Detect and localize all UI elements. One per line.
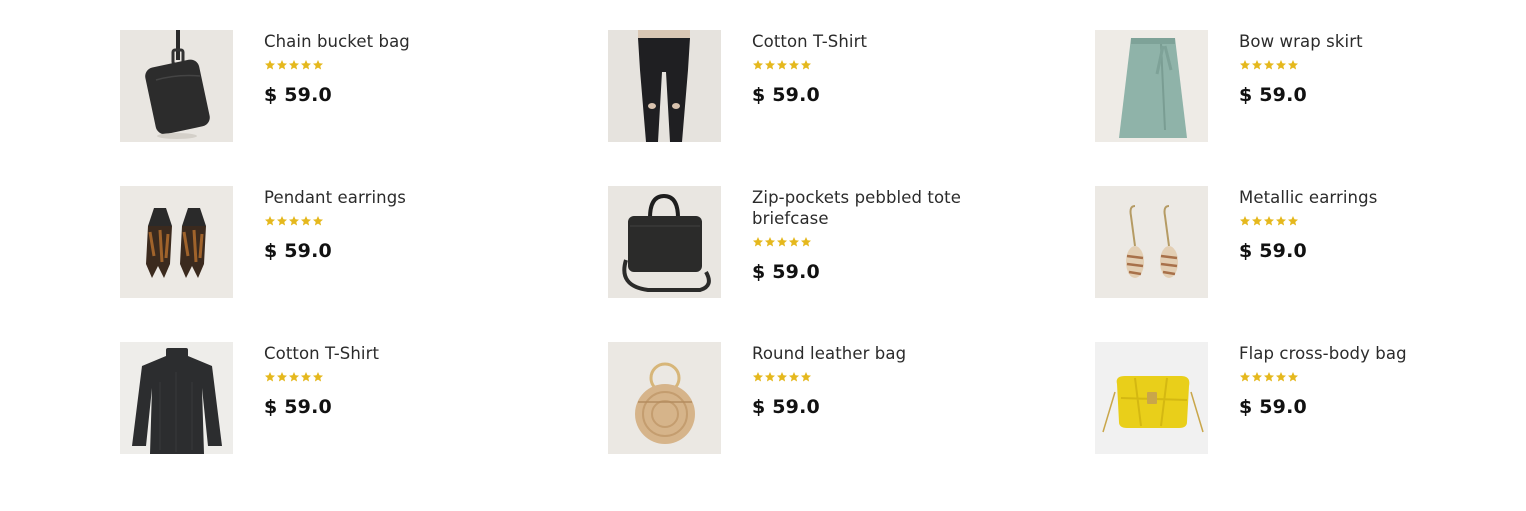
star-icon [1288,216,1298,226]
rating-stars [264,371,504,384]
product-price: $ 59.0 [752,396,820,418]
chain-bucket-bag-image[interactable] [120,30,233,142]
star-icon [753,237,763,247]
star-icon [1288,372,1298,382]
star-icon [1252,216,1262,226]
star-icon [801,60,811,70]
product-card[interactable]: Bow wrap skirt $ 59.0 [1095,30,1515,143]
star-icon [1276,372,1286,382]
star-icon [765,372,775,382]
product-grid: Chain bucket bag $ 59.0 Cotton T-Shirt $… [120,30,1420,460]
star-icon [289,372,299,382]
star-icon [1264,60,1274,70]
star-icon [1240,372,1250,382]
product-card[interactable]: Zip-pockets pebbled tote briefcase $ 59.… [608,186,1028,299]
star-icon [765,60,775,70]
star-icon [277,372,287,382]
star-icon [313,216,323,226]
jeans-image[interactable] [608,30,721,142]
star-icon [1276,60,1286,70]
star-icon [1264,216,1274,226]
product-card[interactable]: Flap cross-body bag $ 59.0 [1095,342,1515,455]
product-price: $ 59.0 [752,261,820,283]
product-price: $ 59.0 [1239,84,1307,106]
star-icon [789,372,799,382]
rating-stars [752,371,992,384]
star-icon [301,60,311,70]
product-card[interactable]: Cotton T-Shirt $ 59.0 [608,30,1028,143]
pendant-earrings-image[interactable] [120,186,233,298]
turtleneck-image[interactable] [120,342,233,454]
briefcase-image[interactable] [608,186,721,298]
star-icon [765,237,775,247]
round-bag-image[interactable] [608,342,721,454]
rating-stars [264,59,504,72]
product-title[interactable]: Round leather bag [752,343,992,364]
star-icon [1252,372,1262,382]
star-icon [301,372,311,382]
rating-stars [1239,215,1479,228]
rating-stars [264,215,504,228]
product-title[interactable]: Pendant earrings [264,187,504,208]
star-icon [777,237,787,247]
rating-stars [1239,59,1479,72]
star-icon [777,60,787,70]
rating-stars [752,236,992,249]
star-icon [801,372,811,382]
star-icon [1240,60,1250,70]
product-price: $ 59.0 [1239,240,1307,262]
skirt-image[interactable] [1095,30,1208,142]
star-icon [801,237,811,247]
star-icon [289,216,299,226]
star-icon [265,60,275,70]
product-title[interactable]: Bow wrap skirt [1239,31,1479,52]
product-price: $ 59.0 [1239,396,1307,418]
rating-stars [752,59,992,72]
product-title[interactable]: Chain bucket bag [264,31,504,52]
star-icon [289,60,299,70]
product-title[interactable]: Metallic earrings [1239,187,1479,208]
star-icon [1240,216,1250,226]
star-icon [1264,372,1274,382]
star-icon [313,60,323,70]
product-card[interactable]: Chain bucket bag $ 59.0 [120,30,540,143]
star-icon [1288,60,1298,70]
rating-stars [1239,371,1479,384]
product-card[interactable]: Round leather bag $ 59.0 [608,342,1028,455]
star-icon [277,216,287,226]
star-icon [1276,216,1286,226]
product-card[interactable]: Cotton T-Shirt $ 59.0 [120,342,540,455]
product-card[interactable]: Metallic earrings $ 59.0 [1095,186,1515,299]
star-icon [313,372,323,382]
yellow-bag-image[interactable] [1095,342,1208,454]
star-icon [1252,60,1262,70]
star-icon [753,60,763,70]
star-icon [789,237,799,247]
metallic-earrings-image[interactable] [1095,186,1208,298]
product-price: $ 59.0 [264,396,332,418]
star-icon [265,216,275,226]
star-icon [789,60,799,70]
product-title[interactable]: Cotton T-Shirt [752,31,992,52]
product-price: $ 59.0 [264,240,332,262]
star-icon [753,372,763,382]
star-icon [777,372,787,382]
product-title[interactable]: Cotton T-Shirt [264,343,504,364]
product-price: $ 59.0 [264,84,332,106]
product-title[interactable]: Flap cross-body bag [1239,343,1479,364]
star-icon [277,60,287,70]
star-icon [301,216,311,226]
product-title[interactable]: Zip-pockets pebbled tote briefcase [752,187,992,229]
star-icon [265,372,275,382]
product-price: $ 59.0 [752,84,820,106]
product-card[interactable]: Pendant earrings $ 59.0 [120,186,540,299]
